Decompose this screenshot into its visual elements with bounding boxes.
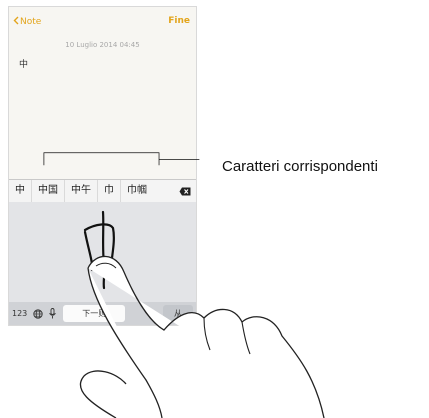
delete-icon[interactable] (179, 187, 191, 196)
note-date: 10 Luglio 2014 04:45 (65, 41, 140, 49)
handwritten-stroke (83, 210, 115, 290)
chevron-left-icon (13, 16, 19, 28)
note-body[interactable]: 中 (19, 57, 28, 70)
back-label: Note (20, 17, 42, 27)
candidate-item[interactable]: 巾帼 (121, 180, 153, 202)
candidate-item[interactable]: 中国 (32, 180, 65, 202)
candidate-item[interactable]: 中 (9, 180, 32, 202)
callout-bracket (43, 152, 200, 166)
keyboard-bottom-row: 123 下一则 从 (9, 302, 196, 325)
globe-icon[interactable] (30, 308, 46, 319)
numbers-key[interactable]: 123 (9, 309, 30, 318)
candidate-item[interactable]: 中午 (65, 180, 98, 202)
back-button[interactable]: Note (13, 16, 41, 28)
done-button[interactable]: Fine (168, 16, 190, 26)
candidate-bar: 中 中国 中午 巾 巾帼 (9, 179, 196, 203)
navigation-bar: Note Fine (9, 7, 196, 33)
microphone-icon[interactable] (46, 308, 59, 319)
callout-label: Caratteri corrispondenti (222, 158, 378, 175)
return-key[interactable]: 从 (163, 305, 193, 322)
handwriting-area[interactable] (9, 202, 196, 302)
candidate-item[interactable]: 巾 (98, 180, 121, 202)
space-key[interactable]: 下一则 (63, 305, 126, 322)
